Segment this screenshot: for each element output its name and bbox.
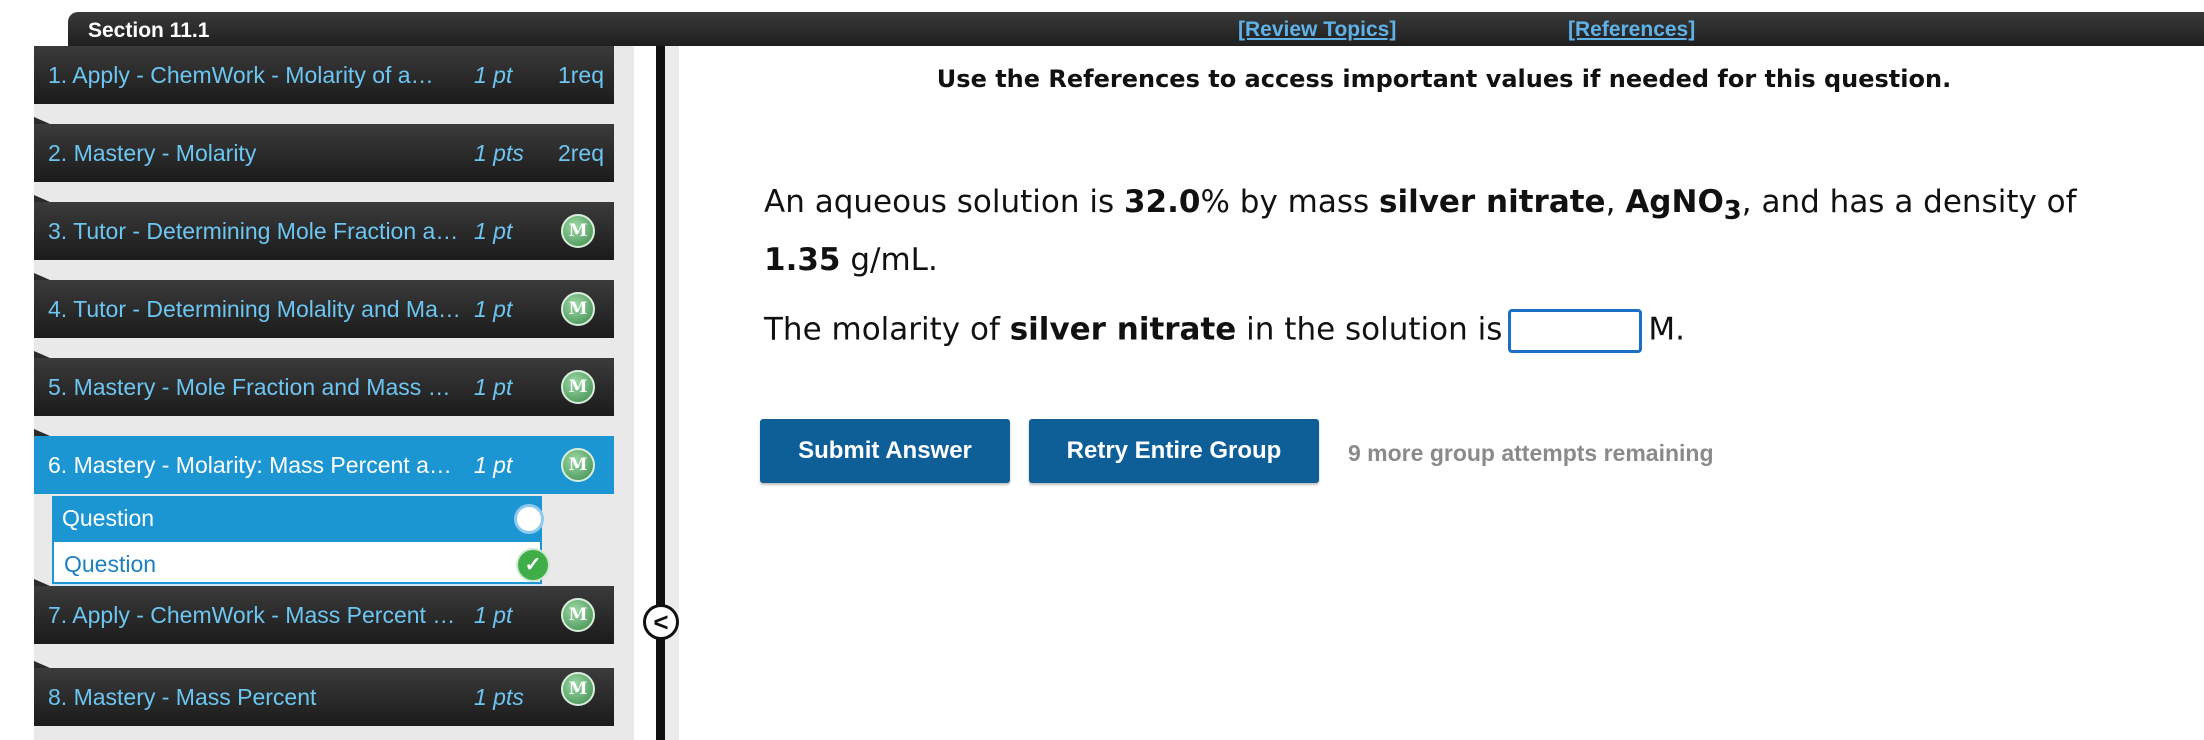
sidebar-item-points: 1 pts [474, 140, 524, 166]
substance-name: silver nitrate [1379, 184, 1606, 220]
density-value: 1.35 [764, 242, 841, 279]
subitem-label: Question [64, 551, 157, 577]
mass-percent-value: 32.0 [1123, 184, 1201, 220]
tab-tick [34, 351, 50, 358]
question-text: An aqueous solution is 32.0% by mass sil… [764, 178, 2164, 285]
sidebar-item-title: 2. Mastery - Molarity [48, 140, 257, 166]
sidebar-item-4[interactable]: 4. Tutor - Determining Molality and Ma… … [34, 273, 614, 338]
question-text-part: % by mass [1200, 184, 1379, 220]
sidebar: 1. Apply - ChemWork - Molarity of a… 1 p… [34, 46, 634, 740]
top-bar: Section 11.1 [Review Topics] [References… [68, 12, 2204, 46]
mastery-badge-icon: M [561, 370, 595, 404]
references-notice: Use the References to access important v… [936, 65, 1952, 93]
sidebar-item-title: 5. Mastery - Mole Fraction and Mass … [48, 374, 451, 400]
references-link[interactable]: [References] [1568, 18, 1695, 42]
checkmark-icon: ✓ [516, 548, 550, 582]
sidebar-item-req: 1req [557, 62, 604, 88]
prompt-text-part: in the solution is [1236, 311, 1503, 348]
sidebar-item-points: 1 pt [474, 452, 513, 478]
sidebar-item-6-active[interactable]: 6. Mastery - Molarity: Mass Percent a… 1… [34, 429, 614, 494]
collapse-sidebar-button[interactable]: < [643, 604, 679, 640]
sidebar-item-points: 1 pt [474, 374, 513, 400]
mastery-badge-icon: M [561, 448, 595, 482]
formula-subscript: 3 [1723, 196, 1742, 227]
sidebar-item-8[interactable]: 8. Mastery - Mass Percent 1 pts M [34, 661, 614, 726]
retry-entire-group-button[interactable]: Retry Entire Group [1029, 419, 1319, 483]
tab-tick [34, 661, 50, 668]
prompt-text-part: The molarity of [764, 311, 1010, 348]
sidebar-item-points: 1 pt [474, 62, 513, 88]
answer-prompt: The molarity of silver nitrate in the so… [764, 309, 1685, 353]
tab-tick [34, 273, 50, 280]
subitem-question-current[interactable]: Question [52, 496, 544, 540]
sidebar-item-7[interactable]: 7. Apply - ChemWork - Mass Percent … 1 p… [34, 579, 614, 644]
tab-tick [34, 117, 50, 124]
question-panel: Use the References to access important v… [679, 52, 2204, 740]
tab-tick [34, 429, 50, 436]
mastery-badge-icon: M [561, 292, 595, 326]
sidebar-item-points: 1 pt [474, 602, 513, 628]
subitem-question-completed[interactable]: Question ✓ [52, 540, 550, 584]
sidebar-item-points: 1 pt [474, 296, 513, 322]
sidebar-item-3[interactable]: 3. Tutor - Determining Mole Fraction a… … [34, 195, 614, 260]
substance-name: silver nitrate [1009, 311, 1237, 348]
density-unit: g/mL. [840, 242, 938, 279]
sidebar-item-title: 8. Mastery - Mass Percent [48, 684, 317, 710]
tab-tick [34, 579, 50, 586]
answer-unit: M. [1648, 311, 1686, 348]
subitem-label: Question [62, 505, 155, 531]
attempts-remaining-text: 9 more group attempts remaining [1348, 440, 1714, 466]
formula-base: AgNO [1625, 184, 1724, 220]
chemical-formula: AgNO3 [1625, 184, 1741, 226]
sidebar-item-title: 4. Tutor - Determining Molality and Ma… [48, 296, 461, 322]
question-text-part: An aqueous solution is [764, 184, 1124, 220]
in-progress-circle-icon [514, 504, 544, 534]
sidebar-item-1[interactable]: 1. Apply - ChemWork - Molarity of a… 1 p… [34, 46, 614, 104]
tab-tick [34, 195, 50, 202]
sidebar-item-title: 1. Apply - ChemWork - Molarity of a… [48, 62, 434, 88]
question-text-part: , [1605, 184, 1626, 220]
mastery-badge-icon: M [561, 214, 595, 248]
section-title: Section 11.1 [88, 19, 210, 42]
submit-answer-button[interactable]: Submit Answer [760, 419, 1010, 483]
question-text-part: , and has a density of [1741, 184, 2077, 220]
sidebar-item-points: 1 pts [474, 684, 524, 710]
sidebar-item-title: 6. Mastery - Molarity: Mass Percent a… [48, 452, 452, 478]
review-topics-link[interactable]: [Review Topics] [1238, 18, 1396, 42]
sidebar-item-points: 1 pt [474, 218, 513, 244]
mastery-badge-icon: M [561, 598, 595, 632]
molarity-answer-input[interactable] [1508, 309, 1643, 353]
sidebar-item-title: 7. Apply - ChemWork - Mass Percent … [48, 602, 456, 628]
mastery-badge-icon: M [561, 672, 595, 706]
sidebar-item-2[interactable]: 2. Mastery - Molarity 1 pts 2req [34, 117, 614, 182]
sidebar-item-req: 2req [557, 140, 604, 166]
sidebar-item-title: 3. Tutor - Determining Mole Fraction a… [48, 218, 459, 244]
sidebar-item-5[interactable]: 5. Mastery - Mole Fraction and Mass … 1 … [34, 351, 614, 416]
